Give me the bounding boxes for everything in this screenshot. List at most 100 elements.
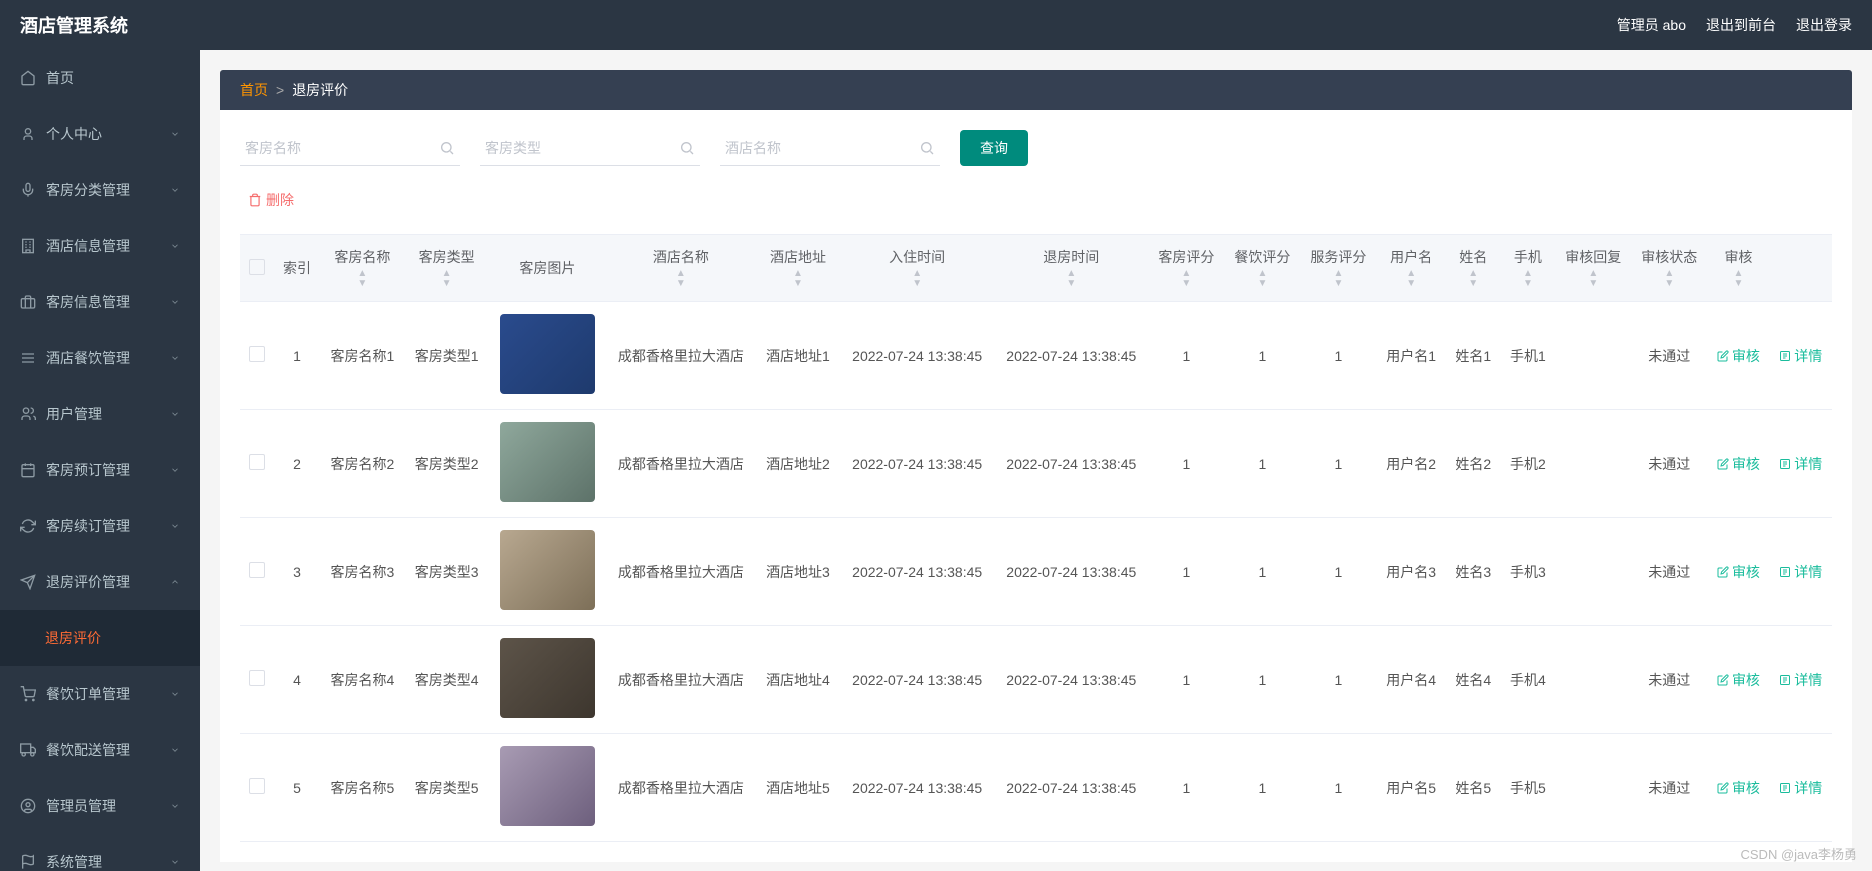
detail-link[interactable]: 详情 <box>1779 670 1822 690</box>
cell-index: 1 <box>274 302 320 410</box>
room-thumbnail[interactable] <box>500 422 595 502</box>
detail-link[interactable]: 详情 <box>1779 778 1822 798</box>
audit-link[interactable]: 审核 <box>1717 562 1760 582</box>
room-thumbnail[interactable] <box>500 746 595 826</box>
cell-reply <box>1555 734 1631 842</box>
column-header[interactable]: 手机▲▼ <box>1501 235 1556 302</box>
edit-icon <box>1717 350 1729 362</box>
column-header[interactable]: 审核状态▲▼ <box>1631 235 1707 302</box>
cell-phone: 手机5 <box>1501 734 1556 842</box>
detail-link[interactable]: 详情 <box>1779 562 1822 582</box>
table-row: 1客房名称1客房类型1成都香格里拉大酒店酒店地址12022-07-24 13:3… <box>240 302 1832 410</box>
sidebar-item-label: 退房评价管理 <box>46 572 170 592</box>
sidebar-item-label: 管理员管理 <box>46 796 170 816</box>
row-checkbox[interactable] <box>249 562 265 578</box>
sidebar-item-label: 客房续订管理 <box>46 516 170 536</box>
column-header[interactable]: 酒店地址▲▼ <box>756 235 840 302</box>
to-front-link[interactable]: 退出到前台 <box>1706 15 1776 35</box>
sidebar-item-6[interactable]: 用户管理 <box>0 386 200 442</box>
column-header[interactable]: 服务评分▲▼ <box>1300 235 1376 302</box>
sidebar-item-0[interactable]: 首页 <box>0 50 200 106</box>
sidebar-item-4[interactable]: 客房信息管理 <box>0 274 200 330</box>
chevron-down-icon <box>170 409 180 419</box>
column-header[interactable]: 酒店名称▲▼ <box>606 235 756 302</box>
audit-link[interactable]: 审核 <box>1717 454 1760 474</box>
cell-score1: 1 <box>1148 410 1224 518</box>
row-checkbox[interactable] <box>249 346 265 362</box>
cell-status: 未通过 <box>1631 626 1707 734</box>
sidebar-item-5[interactable]: 酒店餐饮管理 <box>0 330 200 386</box>
hotel-name-input[interactable] <box>720 130 940 166</box>
detail-link[interactable]: 详情 <box>1779 346 1822 366</box>
cell-room-type: 客房类型1 <box>404 302 488 410</box>
column-header[interactable]: 客房类型▲▼ <box>404 235 488 302</box>
row-checkbox[interactable] <box>249 454 265 470</box>
sidebar-item-10[interactable]: 退房评价 <box>0 610 200 666</box>
cell-status: 未通过 <box>1631 734 1707 842</box>
detail-icon <box>1779 350 1791 362</box>
cell-hotel: 成都香格里拉大酒店 <box>606 734 756 842</box>
refresh-icon <box>20 518 36 534</box>
column-header[interactable]: 审核回复▲▼ <box>1555 235 1631 302</box>
detail-icon <box>1779 458 1791 470</box>
sidebar-item-1[interactable]: 个人中心 <box>0 106 200 162</box>
row-checkbox[interactable] <box>249 778 265 794</box>
audit-link[interactable]: 审核 <box>1717 346 1760 366</box>
detail-link[interactable]: 详情 <box>1779 454 1822 474</box>
audit-link[interactable]: 审核 <box>1717 778 1760 798</box>
cell-name: 姓名2 <box>1446 410 1501 518</box>
sidebar-item-7[interactable]: 客房预订管理 <box>0 442 200 498</box>
admin-label[interactable]: 管理员 abo <box>1617 15 1686 35</box>
audit-link[interactable]: 审核 <box>1717 670 1760 690</box>
room-thumbnail[interactable] <box>500 638 595 718</box>
sidebar-item-label: 客房预订管理 <box>46 460 170 480</box>
users-icon <box>20 406 36 422</box>
cell-name: 姓名3 <box>1446 518 1501 626</box>
sidebar-item-3[interactable]: 酒店信息管理 <box>0 218 200 274</box>
edit-icon <box>1717 566 1729 578</box>
delete-button[interactable]: 删除 <box>240 186 302 214</box>
column-header[interactable]: 客房评分▲▼ <box>1148 235 1224 302</box>
detail-icon <box>1779 566 1791 578</box>
column-header[interactable]: 退房时间▲▼ <box>994 235 1148 302</box>
logout-link[interactable]: 退出登录 <box>1796 15 1852 35</box>
room-thumbnail[interactable] <box>500 314 595 394</box>
sidebar-item-11[interactable]: 餐饮订单管理 <box>0 666 200 722</box>
sidebar-item-2[interactable]: 客房分类管理 <box>0 162 200 218</box>
cell-checkout: 2022-07-24 13:38:45 <box>994 410 1148 518</box>
send-icon <box>20 574 36 590</box>
row-checkbox[interactable] <box>249 670 265 686</box>
column-header[interactable]: 审核▲▼ <box>1707 235 1769 302</box>
cell-score3: 1 <box>1300 410 1376 518</box>
menu-icon <box>20 350 36 366</box>
breadcrumb-home[interactable]: 首页 <box>240 80 268 100</box>
sidebar-item-8[interactable]: 客房续订管理 <box>0 498 200 554</box>
query-button[interactable]: 查询 <box>960 130 1028 166</box>
building-icon <box>20 238 36 254</box>
column-header: 索引 <box>274 235 320 302</box>
select-all-checkbox[interactable] <box>249 259 265 275</box>
main-content: 首页 > 退房评价 查询 <box>200 50 1872 871</box>
cell-image <box>489 518 606 626</box>
room-type-input[interactable] <box>480 130 700 166</box>
cell-index: 3 <box>274 518 320 626</box>
sidebar-item-13[interactable]: 管理员管理 <box>0 778 200 834</box>
column-header[interactable]: 用户名▲▼ <box>1376 235 1445 302</box>
cell-user: 用户名1 <box>1376 302 1445 410</box>
cell-addr: 酒店地址5 <box>756 734 840 842</box>
sidebar-item-12[interactable]: 餐饮配送管理 <box>0 722 200 778</box>
cell-score1: 1 <box>1148 626 1224 734</box>
sort-icon: ▲▼ <box>1384 269 1437 289</box>
sidebar-item-14[interactable]: 系统管理 <box>0 834 200 871</box>
room-thumbnail[interactable] <box>500 530 595 610</box>
chevron-down-icon <box>170 801 180 811</box>
edit-icon <box>1717 782 1729 794</box>
sidebar-item-label: 餐饮订单管理 <box>46 684 170 704</box>
column-header[interactable]: 入住时间▲▼ <box>840 235 994 302</box>
column-header[interactable]: 餐饮评分▲▼ <box>1224 235 1300 302</box>
room-name-input[interactable] <box>240 130 460 166</box>
column-header[interactable]: 客房名称▲▼ <box>320 235 404 302</box>
cell-score2: 1 <box>1224 410 1300 518</box>
column-header[interactable]: 姓名▲▼ <box>1446 235 1501 302</box>
sidebar-item-9[interactable]: 退房评价管理 <box>0 554 200 610</box>
